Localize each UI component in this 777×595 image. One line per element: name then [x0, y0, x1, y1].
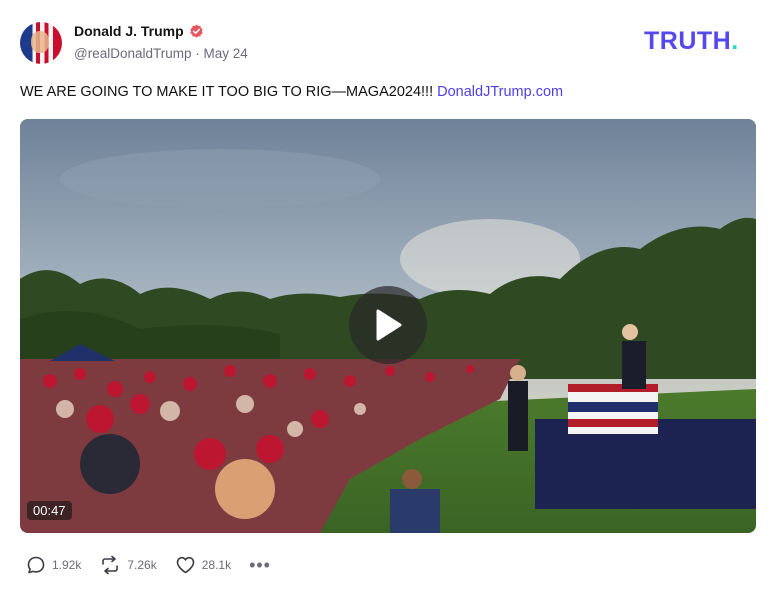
author-display-name[interactable]: Donald J. Trump [74, 23, 184, 39]
play-button[interactable] [349, 286, 427, 364]
author-meta: @realDonaldTrump · May 24 [74, 46, 248, 61]
author-handle[interactable]: @realDonaldTrump [74, 46, 192, 61]
post-body: WE ARE GOING TO MAKE IT TOO BIG TO RIG—M… [20, 84, 438, 100]
reply-button[interactable]: 1.92k [26, 555, 81, 575]
brand-word: TRUTH [644, 27, 732, 55]
heart-icon [176, 556, 195, 574]
post-link[interactable]: DonaldJTrump.com [437, 84, 563, 100]
video-player[interactable]: 00:47 [20, 119, 756, 533]
reply-count: 1.92k [52, 558, 82, 572]
post-date[interactable]: May 24 [204, 46, 248, 61]
post-text: WE ARE GOING TO MAKE IT TOO BIG TO RIG—M… [20, 84, 563, 100]
brand-dot: . [731, 27, 739, 55]
retruth-icon [102, 555, 119, 575]
play-icon [376, 309, 402, 341]
retruth-count: 7.26k [127, 558, 157, 572]
verified-badge-icon [190, 24, 203, 38]
like-count: 28.1k [201, 558, 232, 572]
meta-separator: · [191, 46, 204, 61]
truth-logo: TRUTH. [644, 27, 739, 56]
retruth-button[interactable]: 7.26k [99, 555, 157, 575]
avatar-face [31, 31, 49, 53]
video-duration: 00:47 [27, 501, 72, 520]
reply-icon [27, 556, 45, 574]
avatar[interactable] [20, 22, 62, 64]
author-name-row: Donald J. Trump [74, 23, 204, 39]
more-options-button[interactable]: ••• [249, 556, 271, 574]
like-button[interactable]: 28.1k [175, 555, 231, 575]
post-actions: 1.92k 7.26k 28.1k ••• [26, 555, 271, 575]
